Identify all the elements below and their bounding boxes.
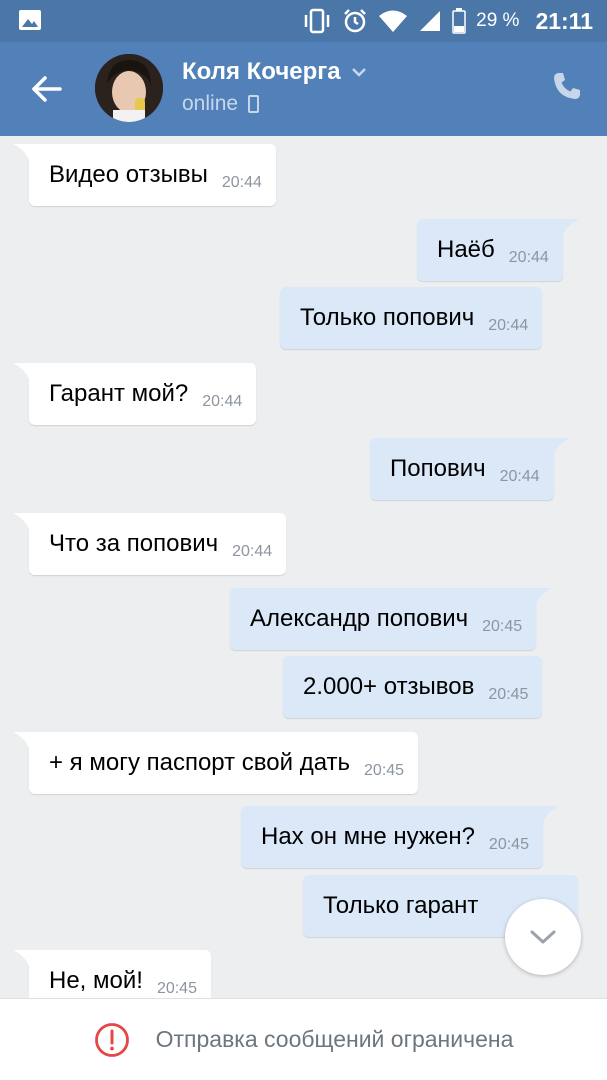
message-text: Нах он мне нужен?: [261, 823, 475, 850]
message-text: Что за попович: [49, 530, 219, 557]
warning-icon: [94, 1022, 129, 1057]
vibrate-icon: [304, 8, 330, 34]
message-outgoing[interactable]: Попович 20:44: [370, 438, 570, 500]
battery-icon: [452, 8, 466, 34]
message-text: + я могу паспорт свой дать: [49, 749, 351, 776]
message-incoming[interactable]: Гарант мой? 20:44: [13, 363, 257, 425]
wifi-icon: [379, 10, 408, 32]
bubble-tail: [13, 950, 35, 966]
alarm-icon: [344, 9, 367, 33]
phone-call-icon[interactable]: [551, 70, 583, 102]
bubble-tail: [530, 588, 553, 604]
contact-status-row: online: [182, 92, 260, 116]
contact-name: Коля Кочерга: [182, 58, 341, 85]
message-time: 20:45: [156, 980, 197, 997]
bubble-tail: [536, 806, 559, 822]
chat-header: Коля Кочерга online: [0, 42, 607, 136]
message-time: 20:44: [221, 174, 262, 191]
message-incoming[interactable]: Видео отзывы 20:44: [13, 144, 276, 206]
message-time: 20:45: [482, 618, 523, 635]
message-text: Попович: [390, 455, 486, 482]
message-text: Видео отзывы: [49, 161, 208, 188]
bubble-tail: [556, 219, 579, 235]
mobile-phone-icon: [248, 95, 260, 113]
message-outgoing[interactable]: Наёб 20:44: [417, 219, 579, 281]
message-outgoing[interactable]: 2.000+ отзывов 20:45: [283, 656, 543, 718]
bubble-tail: [13, 144, 35, 160]
message-time: 20:44: [232, 543, 273, 560]
bubble-tail: [547, 438, 570, 454]
message-text: Гарант мой?: [49, 380, 189, 407]
message-outgoing[interactable]: Только попович 20:44: [280, 287, 543, 349]
back-arrow-icon[interactable]: [30, 72, 64, 106]
message-time: 20:45: [488, 686, 529, 703]
bubble-tail: [13, 732, 35, 748]
scroll-down-button[interactable]: [505, 899, 581, 975]
message-time: 20:44: [488, 317, 529, 334]
signal-icon: [420, 11, 441, 31]
battery-percent: 29 %: [476, 10, 520, 31]
message-restriction-bar: Отправка сообщений ограничена: [0, 998, 607, 1080]
message-outgoing[interactable]: Нах он мне нужен? 20:45: [241, 806, 559, 868]
message-incoming[interactable]: Что за попович 20:44: [13, 513, 287, 575]
avatar[interactable]: [95, 54, 163, 122]
restriction-text: Отправка сообщений ограничена: [155, 1026, 514, 1052]
message-list[interactable]: Видео отзывы 20:44 Наёб 20:44 Только поп…: [0, 136, 607, 998]
contact-status: online: [182, 92, 239, 115]
message-time: 20:44: [508, 249, 549, 266]
message-incoming[interactable]: + я могу паспорт свой дать 20:45: [13, 732, 419, 794]
message-text: Только гарант: [323, 892, 479, 919]
message-time: 20:45: [364, 762, 405, 779]
message-text: Только попович: [300, 304, 475, 331]
message-text: Не, мой!: [49, 967, 143, 994]
message-outgoing[interactable]: Александр попович 20:45: [230, 588, 553, 650]
message-time: 20:45: [488, 836, 529, 853]
message-text: 2.000+ отзывов: [303, 673, 475, 700]
message-text: Наёб: [437, 236, 495, 263]
message-time: 20:44: [202, 393, 243, 410]
bubble-tail: [13, 513, 35, 529]
clock: 21:11: [535, 7, 593, 34]
gallery-icon: [19, 10, 41, 30]
message-incoming[interactable]: Не, мой! 20:45: [13, 950, 211, 998]
status-bar: 29 % 21:11: [0, 0, 607, 42]
bubble-tail: [13, 363, 35, 379]
chevron-down-icon: [351, 68, 366, 77]
contact-name-row[interactable]: Коля Кочерга: [182, 58, 367, 86]
scroll-down-icon: [530, 930, 556, 944]
message-time: 20:44: [499, 468, 540, 485]
message-text: Александр попович: [250, 605, 469, 632]
